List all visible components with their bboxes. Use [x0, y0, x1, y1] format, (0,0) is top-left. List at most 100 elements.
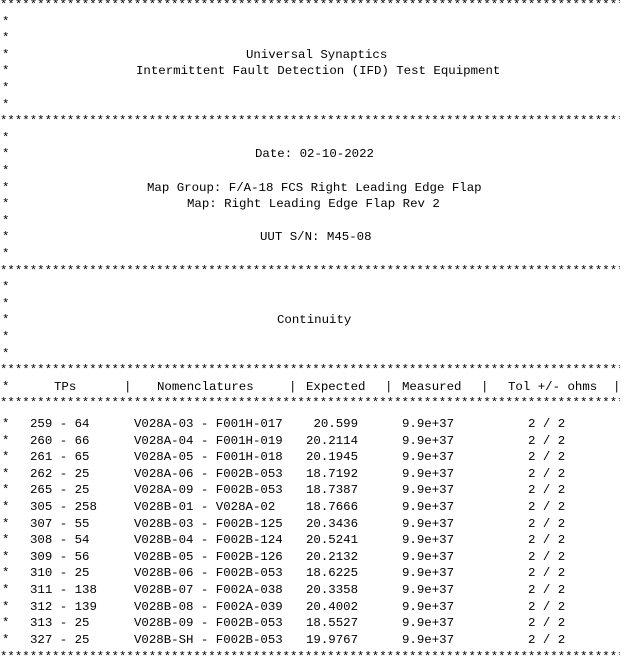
- expected-cell: 18.7666: [306, 500, 359, 514]
- expected-cell: 19.9767: [306, 632, 359, 647]
- tolerance-cell: 2 / 2: [528, 433, 566, 448]
- nomenclature-cell: V028B-07 - F002A-038: [134, 583, 283, 597]
- column-header: Nomenclatures: [157, 379, 254, 394]
- tps-cell: 310 - 25: [30, 566, 90, 581]
- asterisk-divider: ****************************************…: [0, 0, 620, 12]
- nomenclature-cell: V028A-09 - F002B-053: [134, 483, 283, 498]
- column-separator: |: [385, 379, 393, 394]
- asterisk-margin: *: [2, 213, 10, 228]
- asterisk-margin: * Universal Synaptics: [2, 47, 388, 62]
- asterisk-margin: * Intermittent Fault Detection (IFD) Test…: [2, 64, 501, 79]
- asterisk-divider: ****************************************…: [0, 396, 620, 411]
- nomenclature-cell: V028A-05 - F001H-018: [134, 450, 283, 465]
- tolerance-cell: 2 / 2: [528, 533, 566, 548]
- asterisk-margin: * UUT S/N: M45-08: [2, 230, 372, 245]
- expected-cell: 18.7192: [306, 466, 359, 481]
- table-row: * 310 - 25 V028B-06 - F002B-053 18.6225 9.9e…: [2, 566, 566, 581]
- tolerance-cell: 2 / 2: [528, 417, 566, 431]
- nomenclature-cell: V028B-06 - F002B-053: [134, 566, 283, 581]
- asterisk-divider: ****************************************…: [0, 114, 620, 129]
- tps-cell: 265 - 25: [30, 483, 90, 498]
- measured-cell: 9.9e+37: [402, 583, 455, 597]
- asterisk-margin: * Map Group: F/A-18 FCS Right Leading Edg…: [2, 180, 482, 195]
- column-separator: |: [289, 379, 297, 394]
- tps-cell: 308 - 54: [30, 533, 90, 548]
- measured-cell: 9.9e+37: [402, 566, 455, 581]
- table-row: * 313 - 25 V028B-09 - F002B-053 18.5527 9.9e…: [2, 616, 566, 631]
- measured-cell: 9.9e+37: [402, 516, 455, 531]
- table-row: * 307 - 55 V028B-03 - F002B-125 20.3436 9.9e…: [2, 516, 566, 531]
- tps-cell: 309 - 56: [30, 549, 90, 564]
- table-row: * 312 - 139 V028B-08 - F002A-039 20.4002 9.9…: [2, 599, 566, 614]
- tolerance-cell: 2 / 2: [528, 466, 566, 481]
- tps-cell: 313 - 25: [30, 616, 90, 631]
- tolerance-cell: 2 / 2: [528, 632, 566, 647]
- asterisk-margin: *: [2, 330, 10, 344]
- asterisk-margin: *: [2, 130, 10, 145]
- tolerance-cell: 2 / 2: [528, 450, 566, 465]
- table-row: * 260 - 66 V028A-04 - F001H-019 20.2114 9.9e…: [2, 433, 566, 448]
- tolerance-cell: 2 / 2: [528, 583, 566, 597]
- company-name: Universal Synaptics: [246, 47, 388, 62]
- tolerance-cell: 2 / 2: [528, 549, 566, 564]
- tps-cell: 260 - 66: [30, 433, 90, 448]
- nomenclature-cell: V028B-09 - F002B-053: [134, 616, 283, 631]
- table-row: * 309 - 56 V028B-05 - F002B-126 20.2132 9.9e…: [2, 549, 566, 564]
- measured-cell: 9.9e+37: [402, 417, 455, 431]
- expected-cell: 20.1945: [306, 450, 359, 465]
- tolerance-cell: 2 / 2: [528, 599, 566, 614]
- table-row: * 311 - 138 V028B-07 - F002A-038 20.3358 9.9…: [2, 583, 566, 597]
- asterisk-divider: ****************************************…: [0, 363, 620, 378]
- table-row: * 265 - 25 V028A-09 - F002B-053 18.7387 9.9e…: [2, 483, 566, 498]
- tps-cell: 311 - 138: [30, 583, 97, 597]
- tps-cell: 261 - 65: [30, 450, 90, 465]
- tolerance-cell: 2 / 2: [528, 483, 566, 498]
- tolerance-cell: 2 / 2: [528, 500, 566, 514]
- nomenclature-cell: V028B-SH - F002B-053: [134, 632, 283, 647]
- asterisk-divider: ****************************************…: [0, 263, 620, 278]
- expected-cell: 18.7387: [306, 483, 359, 498]
- tolerance-cell: 2 / 2: [528, 566, 566, 581]
- nomenclature-cell: V028B-01 - V028A-02: [134, 500, 276, 514]
- asterisk-margin: *: [2, 14, 10, 29]
- asterisk-margin: *: [2, 81, 10, 95]
- measured-cell: 9.9e+37: [402, 632, 455, 647]
- nomenclature-cell: V028A-06 - F002B-053: [134, 466, 283, 481]
- table-row: * 308 - 54 V028B-04 - F002B-124 20.5241 9.9e…: [2, 533, 566, 548]
- measured-cell: 9.9e+37: [402, 466, 455, 481]
- tps-cell: 262 - 25: [30, 466, 90, 481]
- table-row: * 305 - 258 V028B-01 - V028A-02 18.7666 9.9e…: [2, 500, 566, 514]
- expected-cell: 20.3436: [306, 516, 359, 531]
- table-row: * 261 - 65 V028A-05 - F001H-018 20.1945 9.9e…: [2, 450, 566, 465]
- asterisk-margin: *: [2, 247, 10, 261]
- measured-cell: 9.9e+37: [402, 599, 455, 614]
- asterisk-margin: * Map: Right Leading Edge Flap Rev 2: [2, 197, 440, 212]
- product-name: Intermittent Fault Detection (IFD) Test …: [136, 64, 501, 79]
- asterisk-margin: * Continuity: [2, 313, 352, 328]
- expected-cell: 18.5527: [306, 616, 359, 631]
- asterisk-margin: *: [2, 164, 10, 178]
- expected-cell: 20.3358: [306, 583, 359, 597]
- uut-serial-number: UUT S/N: M45-08: [260, 230, 372, 245]
- asterisk-divider: ****************************************…: [0, 650, 620, 664]
- table-row: * 259 - 64 V028A-03 - F001H-017 20.599 9.9e+…: [2, 417, 566, 431]
- measured-cell: 9.9e+37: [402, 549, 455, 564]
- measured-cell: 9.9e+37: [402, 483, 455, 498]
- measured-cell: 9.9e+37: [402, 433, 455, 448]
- measured-cell: 9.9e+37: [402, 533, 455, 548]
- expected-cell: 20.2132: [306, 549, 359, 564]
- nomenclature-cell: V028B-03 - F002B-125: [134, 516, 283, 531]
- nomenclature-cell: V028A-04 - F001H-019: [134, 433, 283, 448]
- column-separator: |: [124, 379, 132, 394]
- asterisk-margin: *: [2, 97, 10, 112]
- map-name: Map: Right Leading Edge Flap Rev 2: [187, 197, 440, 212]
- expected-cell: 20.2114: [306, 433, 359, 448]
- table-row: * 327 - 25 V028B-SH - F002B-053 19.9767 9.9e…: [2, 632, 566, 647]
- tps-cell: 305 - 258: [30, 500, 97, 514]
- measured-cell: 9.9e+37: [402, 616, 455, 631]
- asterisk-margin: * Date: 02-10-2022: [2, 147, 374, 162]
- column-header: Expected: [306, 379, 366, 394]
- tps-cell: 259 - 64: [30, 417, 90, 431]
- column-separator: |: [613, 379, 621, 394]
- map-group: Map Group: F/A-18 FCS Right Leading Edge…: [147, 180, 482, 195]
